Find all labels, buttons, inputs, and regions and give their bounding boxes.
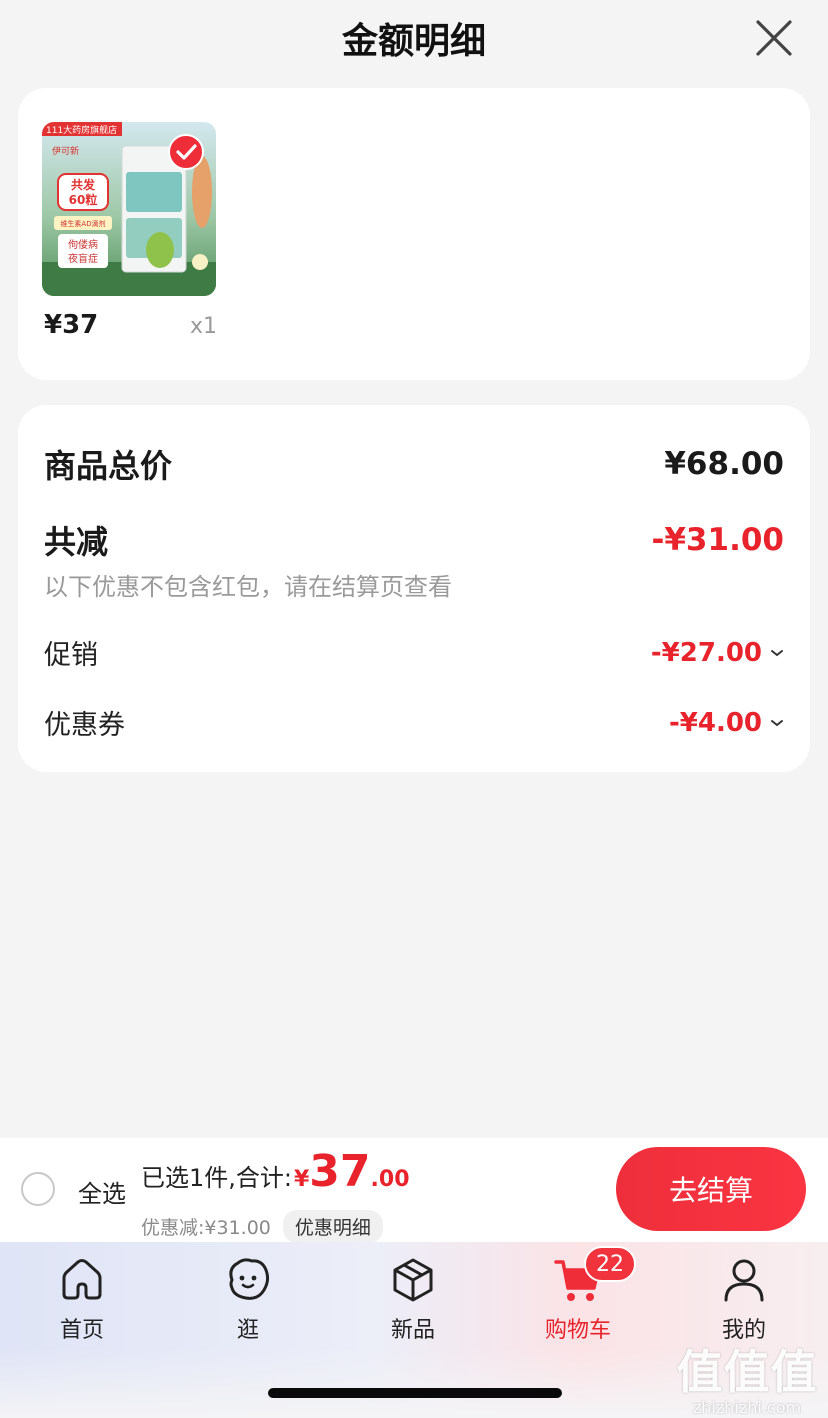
total-reduction-value: -¥31.00 [651,522,785,558]
brand-tag-text: 伊可新 [52,145,79,157]
header-bar: 金额明细 [0,0,828,76]
discount-line: 优惠减:¥31.00 优惠明细 [141,1210,383,1243]
promotion-value: -¥27.00 [650,637,762,668]
total-price-label: 商品总价 [44,447,173,485]
select-all-label[interactable]: 全选 [78,1174,126,1209]
selected-total-line: 已选1件,合计: ¥ 37 .00 [141,1150,410,1194]
discount-hint: 以下优惠不包含红包，请在结算页查看 [44,573,452,601]
chevron-down-icon [771,719,783,726]
tab-profile[interactable]: 我的 [694,1254,794,1344]
total-reduction-label: 共减 [44,523,109,561]
tab-new-label: 新品 [390,1318,435,1343]
tab-browse[interactable]: 逛 [198,1254,298,1344]
total-reduction-row: 共减 -¥31.00 [44,517,784,563]
profile-icon [724,1259,764,1302]
watermark-text: 值值值 [676,1345,818,1399]
watermark-domain: zhizhizhi.com [692,1398,802,1417]
home-icon [62,1259,102,1300]
promotion-expand[interactable]: -¥27.00 [651,638,784,668]
total-price-value: ¥68.00 [664,446,784,482]
total-price-row: 商品总价 ¥68.00 [44,441,784,487]
total-currency: ¥ [293,1167,310,1192]
chevron-down-icon [771,649,783,656]
total-decimal: .00 [370,1167,410,1192]
product-image[interactable]: 111大药房旗舰店 伊可新 共发 60粒 维生素AD滴剂 佝偻病 夜盲症 [42,122,216,296]
promo-box-line1: 共发 [71,177,96,192]
product-quantity: x1 [190,314,218,339]
side-tag-line1: 佝偻病 [68,238,98,251]
tab-cart[interactable]: 22 购物车 [528,1246,636,1344]
box-icon [393,1258,433,1302]
home-indicator[interactable] [268,1388,562,1398]
tab-home[interactable]: 首页 [32,1254,132,1344]
checkout-bar: 全选 已选1件,合计: ¥ 37 .00 优惠减:¥31.00 优惠明细 去结算 [0,1138,828,1243]
close-button[interactable] [754,18,794,58]
promotion-row[interactable]: 促销 -¥27.00 [44,633,784,672]
tab-cart-label: 购物车 [544,1318,611,1343]
coupon-expand[interactable]: -¥4.00 [669,708,784,738]
close-icon [756,20,792,56]
coupon-label: 优惠券 [44,710,125,741]
discount-amount-text: 优惠减:¥31.00 [141,1217,271,1239]
tab-browse-label: 逛 [236,1318,259,1343]
tab-new[interactable]: 新品 [363,1254,463,1344]
side-tag-line2: 夜盲症 [68,252,98,265]
product-price: ¥37 [44,310,99,340]
page-title: 金额明细 [341,21,486,62]
coupon-value: -¥4.00 [668,707,762,738]
selected-summary-text: 已选1件,合计: [141,1164,292,1192]
product-card: 111大药房旗舰店 伊可新 共发 60粒 维生素AD滴剂 佝偻病 夜盲症 ¥37… [18,88,810,380]
tab-home-label: 首页 [59,1318,104,1343]
promotion-label: 促销 [44,640,98,671]
discount-detail-button[interactable]: 优惠明细 [282,1210,383,1243]
checkout-button[interactable]: 去结算 [616,1147,806,1231]
browse-face-icon [229,1258,270,1300]
store-banner-text: 111大药房旗舰店 [46,124,117,136]
cart-count-badge: 22 [584,1246,636,1282]
selected-check-icon[interactable] [168,134,204,170]
sub-tag-text: 维生素AD滴剂 [60,219,105,228]
promo-box-line2: 60粒 [69,192,98,207]
coupon-row[interactable]: 优惠券 -¥4.00 [44,703,784,742]
total-integer: 37 [309,1146,371,1197]
price-summary-card: 商品总价 ¥68.00 共减 -¥31.00 以下优惠不包含红包，请在结算页查看… [18,405,810,772]
watermark: 值值值 zhizhizhi.com [672,1336,822,1417]
select-all-checkbox[interactable] [21,1172,55,1206]
